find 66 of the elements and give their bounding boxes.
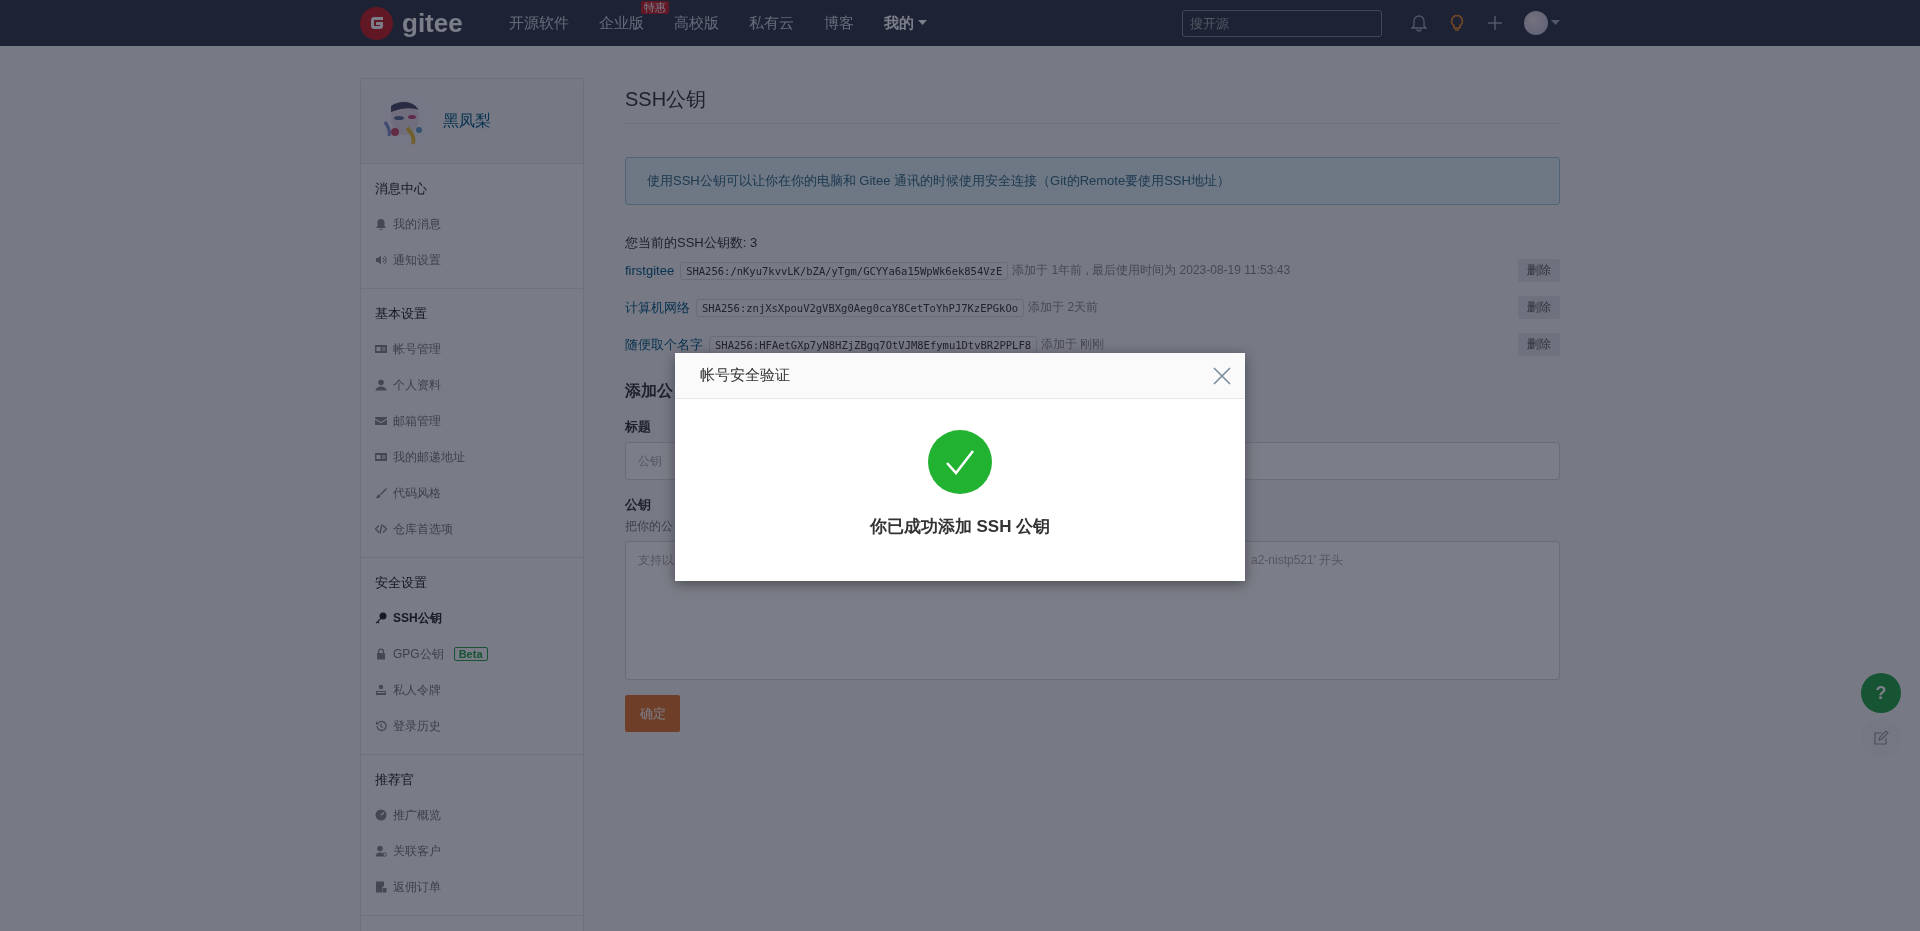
sidebar-item[interactable]: 关联客户 — [361, 833, 455, 869]
menu-icon — [375, 254, 387, 266]
info-banner: 使用SSH公钥可以让你在你的电脑和 Gitee 通讯的时候使用安全连接（Git的Remote要使用SSH地址） — [625, 157, 1560, 205]
key-count: 您当前的SSH公钥数: 3 — [625, 234, 759, 252]
page-title: SSH公钥 — [625, 86, 1560, 124]
success-icon — [928, 430, 992, 494]
menu-icon — [375, 415, 387, 427]
menu-icon — [375, 845, 387, 857]
key-fingerprint: SHA256:/nKyu7kvvLK/bZA/yTgm/GCYYa6a15WpWk6ek854VzE — [680, 261, 1009, 280]
sidebar-item[interactable]: 私人令牌 — [361, 672, 455, 708]
help-button[interactable]: ? — [1861, 673, 1901, 713]
nav-link[interactable]: 企业版 — [598, 13, 644, 33]
user-avatar[interactable] — [1524, 11, 1560, 35]
section-title: 推荐官 — [374, 771, 415, 789]
sidebar-item[interactable]: 我的邮递地址 — [361, 439, 479, 475]
sidebar-item[interactable]: 个人资料 — [361, 367, 455, 403]
sidebar-item[interactable]: 返佣订单 — [361, 869, 455, 905]
nav-link[interactable]: 博客 — [823, 13, 854, 33]
key-fingerprint: SHA256:znjXsXpouV2gVBXg0Aeg0caY8CetToYhPJ7KzEPGkOo — [696, 298, 1025, 317]
logo-text[interactable]: gitee — [402, 7, 463, 39]
menu-icon — [375, 523, 387, 535]
section-heading: 添加公 — [625, 381, 673, 401]
promo-badge: 特惠 — [640, 0, 669, 14]
dialog-title: 帐号安全验证 — [700, 366, 790, 385]
menu-icon — [375, 612, 387, 624]
menu-icon — [375, 881, 387, 893]
menu-icon — [375, 684, 387, 696]
submit-button[interactable]: 确定 — [625, 695, 680, 732]
section-title: 基本设置 — [374, 305, 428, 323]
success-message: 你已成功添加 SSH 公钥 — [869, 516, 1051, 538]
user-name[interactable]: 黑凤梨 — [443, 110, 491, 132]
key-fingerprint: SHA256:HFAetGXp7yN8HZjZBgq7OtVJM8Efymu1DtvBR2PPLF8 — [709, 335, 1038, 354]
nav-link[interactable]: 开源软件 — [508, 13, 569, 33]
delete-button[interactable]: 删除 — [1518, 296, 1560, 319]
logo-icon[interactable] — [360, 6, 393, 40]
menu-icon — [375, 451, 387, 463]
field-label: 公钥 — [625, 496, 651, 514]
key-name[interactable]: 计算机网络 — [625, 298, 690, 317]
sidebar-item[interactable]: 代码风格 — [361, 475, 455, 511]
nav-link[interactable]: 我的 — [883, 13, 927, 33]
bell-icon[interactable] — [1410, 14, 1428, 32]
section-title: 安全设置 — [374, 574, 428, 592]
nav-link[interactable]: 私有云 — [748, 13, 794, 33]
field-label: 标题 — [625, 418, 651, 436]
menu-icon — [375, 343, 387, 355]
delete-button[interactable]: 删除 — [1518, 259, 1560, 282]
sidebar-item[interactable]: 推广概览 — [361, 797, 455, 833]
edit-icon — [1873, 730, 1889, 746]
menu-icon — [375, 648, 387, 660]
section-title: 消息中心 — [374, 180, 428, 198]
sidebar-item[interactable]: GPG公钥 Beta — [361, 636, 502, 672]
beta-badge: Beta — [453, 647, 488, 661]
key-name[interactable]: 随便取个名字 — [625, 335, 703, 354]
delete-button[interactable]: 删除 — [1518, 333, 1560, 356]
caret-icon — [917, 20, 927, 26]
menu-icon — [375, 809, 387, 821]
sidebar-item[interactable]: SSH公钥 — [361, 600, 456, 636]
nav-link[interactable]: 高校版 — [673, 13, 719, 33]
close-icon[interactable] — [1211, 364, 1233, 387]
menu-icon — [375, 379, 387, 391]
menu-icon — [375, 487, 387, 499]
menu-icon — [375, 218, 387, 230]
lightbulb-icon[interactable] — [1448, 14, 1466, 32]
plus-icon[interactable] — [1486, 14, 1504, 32]
menu-icon — [375, 720, 387, 732]
key-name[interactable]: firstgitee — [625, 263, 675, 278]
